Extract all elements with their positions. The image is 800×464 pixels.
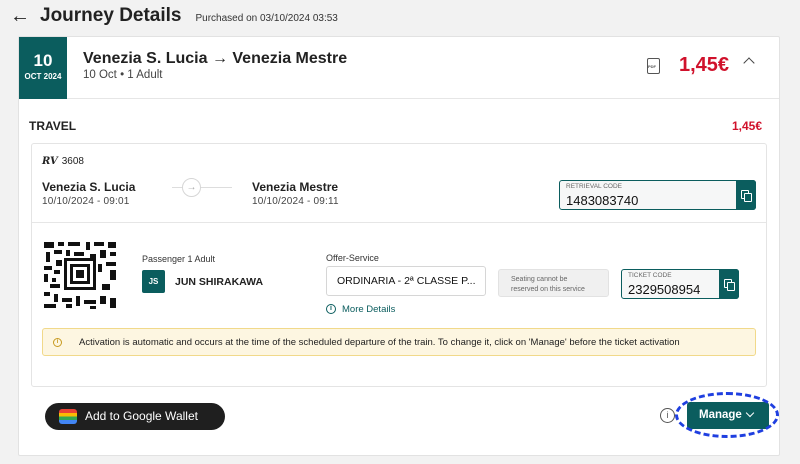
retrieval-code-label: RETRIEVAL CODE xyxy=(566,183,622,190)
date-badge: 10 OCT 2024 xyxy=(19,37,67,99)
passenger-name: JUN SHIRAKAWA xyxy=(175,276,264,288)
pdf-icon[interactable] xyxy=(647,58,660,74)
info-icon: i xyxy=(53,338,62,347)
journey-card: 10 OCT 2024 Venezia S. Lucia → Venezia M… xyxy=(18,36,780,456)
total-price: 1,45€ xyxy=(679,54,730,76)
google-wallet-label: Add to Google Wallet xyxy=(85,409,198,423)
arrow-right-icon: → xyxy=(182,178,201,197)
journey-summary[interactable]: 10 OCT 2024 Venezia S. Lucia → Venezia M… xyxy=(19,37,779,99)
train-number-value: 3608 xyxy=(61,156,84,167)
divider xyxy=(32,222,766,223)
retrieval-code-box: RETRIEVAL CODE 1483083740 xyxy=(559,179,756,210)
manage-label: Manage xyxy=(699,409,742,421)
info-icon[interactable]: i xyxy=(660,408,675,423)
chevron-down-icon xyxy=(745,408,755,418)
copy-ticket-code-button[interactable] xyxy=(719,268,739,299)
route-title: Venezia S. Lucia → Venezia Mestre xyxy=(83,50,348,67)
passenger-label: Passenger 1 Adult xyxy=(142,254,216,264)
more-details-link[interactable]: More Details xyxy=(342,304,395,315)
add-to-google-wallet-button[interactable]: Add to Google Wallet xyxy=(45,403,225,430)
copy-retrieval-code-button[interactable] xyxy=(736,179,756,210)
chevron-up-icon[interactable] xyxy=(743,57,755,69)
arrow-left-icon[interactable]: ← xyxy=(10,6,30,26)
ticket-details: RV 3608 Venezia S. Lucia 10/10/2024 - 09:… xyxy=(31,143,767,387)
ticket-code-label: TICKET CODE xyxy=(628,272,672,279)
travel-price: 1,45€ xyxy=(732,119,763,133)
avatar: JS xyxy=(142,270,165,293)
activation-text: Activation is automatic and occurs at th… xyxy=(79,337,680,348)
page-title: Journey Details xyxy=(40,5,182,26)
train-number: RV 3608 xyxy=(42,156,84,167)
page-header: ← Journey Details Purchased on 03/10/202… xyxy=(10,4,338,28)
purchase-date: Purchased on 03/10/2024 03:53 xyxy=(195,12,338,24)
google-wallet-icon xyxy=(59,409,77,424)
date-day: 10 xyxy=(33,51,53,70)
manage-button[interactable]: Manage xyxy=(687,402,769,429)
date-month: OCT 2024 xyxy=(24,72,62,81)
route-subtitle: 10 Oct • 1 Adult xyxy=(83,69,163,81)
seat-reservation-note: Seating cannot be reserved on this servi… xyxy=(498,269,609,297)
offer-service-label: Offer-Service xyxy=(326,253,379,263)
retrieval-code-value: 1483083740 xyxy=(566,193,639,208)
destination-station: Venezia Mestre xyxy=(252,180,339,194)
activation-notice: i Activation is automatic and occurs at … xyxy=(42,328,756,356)
info-icon: i xyxy=(326,304,336,314)
connector-line xyxy=(172,187,232,188)
ticket-code-box: TICKET CODE 2329508954 xyxy=(621,268,739,299)
destination-time: 10/10/2024 - 09:11 xyxy=(252,196,339,207)
qr-code xyxy=(42,240,118,310)
train-category: RV xyxy=(42,156,58,167)
offer-service-field[interactable]: ORDINARIA - 2ª CLASSE P... xyxy=(326,266,486,296)
origin-time: 10/10/2024 - 09:01 xyxy=(42,196,130,207)
ticket-code-value: 2329508954 xyxy=(628,282,701,297)
travel-label: TRAVEL xyxy=(29,119,77,133)
origin-station: Venezia S. Lucia xyxy=(42,180,136,194)
